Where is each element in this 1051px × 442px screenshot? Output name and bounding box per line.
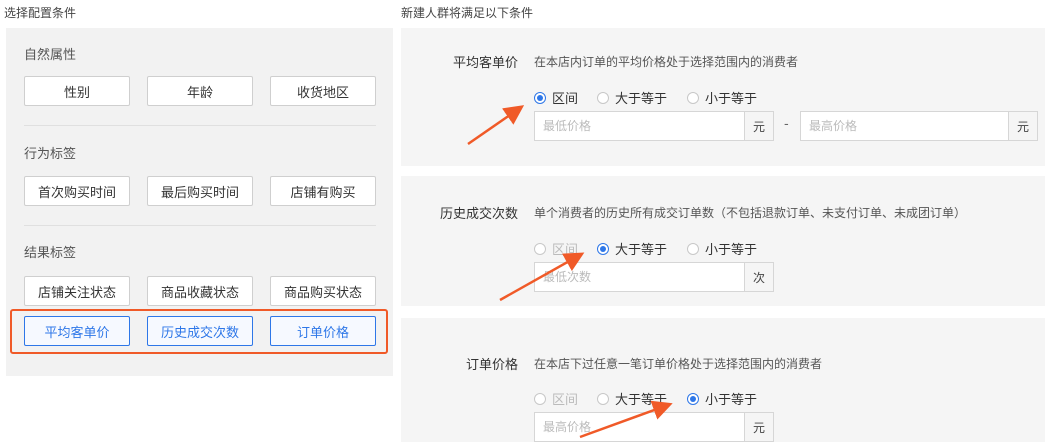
arrow-line bbox=[499, 252, 585, 302]
arrow-line bbox=[467, 105, 525, 146]
arrow-line bbox=[579, 400, 673, 439]
annotation-arrows bbox=[467, 105, 673, 439]
